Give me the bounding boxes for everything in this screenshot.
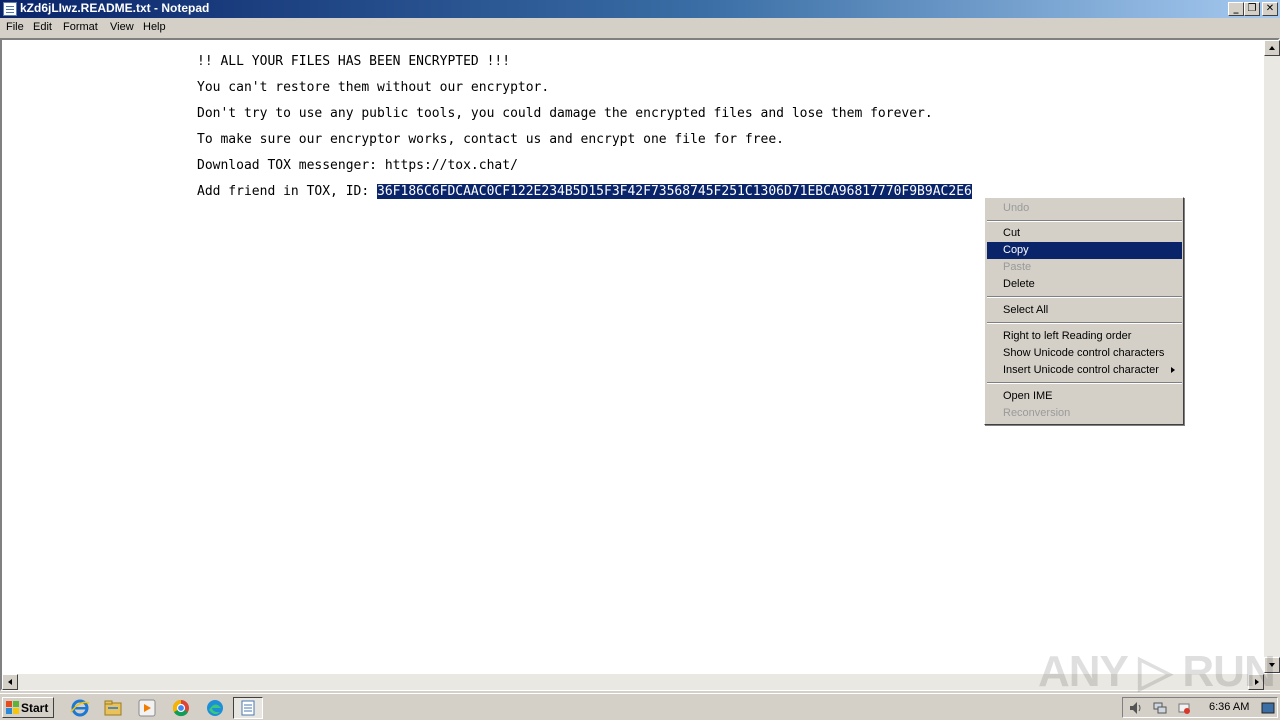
ctx-show-unicode[interactable]: Show Unicode control characters	[987, 345, 1182, 362]
document-text[interactable]: !! ALL YOUR FILES HAS BEEN ENCRYPTED !!!…	[197, 54, 1257, 210]
scroll-left-button[interactable]	[2, 674, 18, 690]
ctx-open-ime[interactable]: Open IME	[987, 388, 1182, 405]
start-label: Start	[21, 701, 49, 715]
ie-icon[interactable]	[70, 698, 90, 718]
separator	[987, 220, 1182, 222]
ctx-rtl-reading-order[interactable]: Right to left Reading order	[987, 328, 1182, 345]
tox-id-label: Add friend in TOX, ID:	[197, 184, 378, 199]
separator	[987, 322, 1182, 324]
edge-icon[interactable]	[205, 698, 225, 718]
ctx-reconversion[interactable]: Reconversion	[987, 405, 1182, 422]
menu-bar: File Edit Format View Help	[0, 18, 1280, 38]
text-line: !! ALL YOUR FILES HAS BEEN ENCRYPTED !!!	[197, 54, 511, 69]
media-player-icon[interactable]	[137, 698, 157, 718]
arrow-up-icon	[1269, 46, 1275, 50]
action-center-icon[interactable]	[1177, 701, 1191, 715]
show-desktop-icon[interactable]	[1261, 702, 1275, 714]
minimize-button[interactable]: _	[1228, 2, 1244, 16]
anyrun-watermark: ANY ▷ RUN	[1038, 647, 1276, 696]
chrome-icon[interactable]	[171, 698, 191, 718]
scroll-up-button[interactable]	[1264, 40, 1280, 56]
notepad-window: kZd6jLIwz.README.txt - Notepad _ ❐ ✕ Fil…	[0, 0, 1280, 696]
maximize-button[interactable]: ❐	[1244, 2, 1260, 16]
selected-tox-id[interactable]: 36F186C6FDCAAC0CF122E234B5D15F3F42F73568…	[377, 184, 972, 199]
text-line: Don't try to use any public tools, you c…	[197, 106, 933, 121]
notepad-icon	[241, 700, 255, 716]
ctx-copy[interactable]: Copy	[987, 242, 1182, 259]
arrow-left-icon	[8, 679, 12, 685]
volume-icon[interactable]	[1129, 701, 1143, 715]
ctx-cut[interactable]: Cut	[987, 225, 1182, 242]
vertical-scrollbar[interactable]	[1264, 40, 1280, 673]
network-icon[interactable]	[1153, 701, 1167, 715]
separator	[987, 296, 1182, 298]
system-tray: 6:36 AM	[1122, 697, 1278, 718]
ctx-insert-unicode[interactable]: Insert Unicode control character	[987, 362, 1182, 379]
taskbar: Start 6:36 AM	[0, 693, 1280, 720]
title-bar[interactable]: kZd6jLIwz.README.txt - Notepad _ ❐ ✕	[0, 0, 1280, 18]
notepad-icon[interactable]	[3, 2, 17, 16]
menu-file[interactable]: File	[6, 21, 24, 33]
explorer-icon[interactable]	[103, 698, 123, 718]
ctx-delete[interactable]: Delete	[987, 276, 1182, 293]
menu-edit[interactable]: Edit	[33, 21, 52, 33]
context-menu: Undo Cut Copy Paste Delete Select All Ri…	[984, 197, 1184, 425]
clock[interactable]: 6:36 AM	[1209, 701, 1249, 713]
menu-view[interactable]: View	[110, 21, 134, 33]
windows-logo-icon	[6, 701, 19, 714]
text-line: To make sure our encryptor works, contac…	[197, 132, 784, 147]
text-line: You can't restore them without our encry…	[197, 80, 550, 95]
ctx-select-all[interactable]: Select All	[987, 302, 1182, 319]
separator	[987, 382, 1182, 384]
close-button[interactable]: ✕	[1262, 2, 1278, 16]
ctx-undo[interactable]: Undo	[987, 200, 1182, 217]
taskbar-notepad-button[interactable]	[233, 697, 263, 719]
ctx-insert-unicode-label: Insert Unicode control character	[1003, 364, 1159, 376]
text-line: Download TOX messenger: https://tox.chat…	[197, 158, 518, 173]
start-button[interactable]: Start	[2, 697, 54, 718]
menu-format[interactable]: Format	[63, 21, 98, 33]
ctx-paste[interactable]: Paste	[987, 259, 1182, 276]
window-title: kZd6jLIwz.README.txt - Notepad	[20, 1, 210, 15]
submenu-arrow-icon	[1171, 367, 1175, 373]
menu-help[interactable]: Help	[143, 21, 166, 33]
